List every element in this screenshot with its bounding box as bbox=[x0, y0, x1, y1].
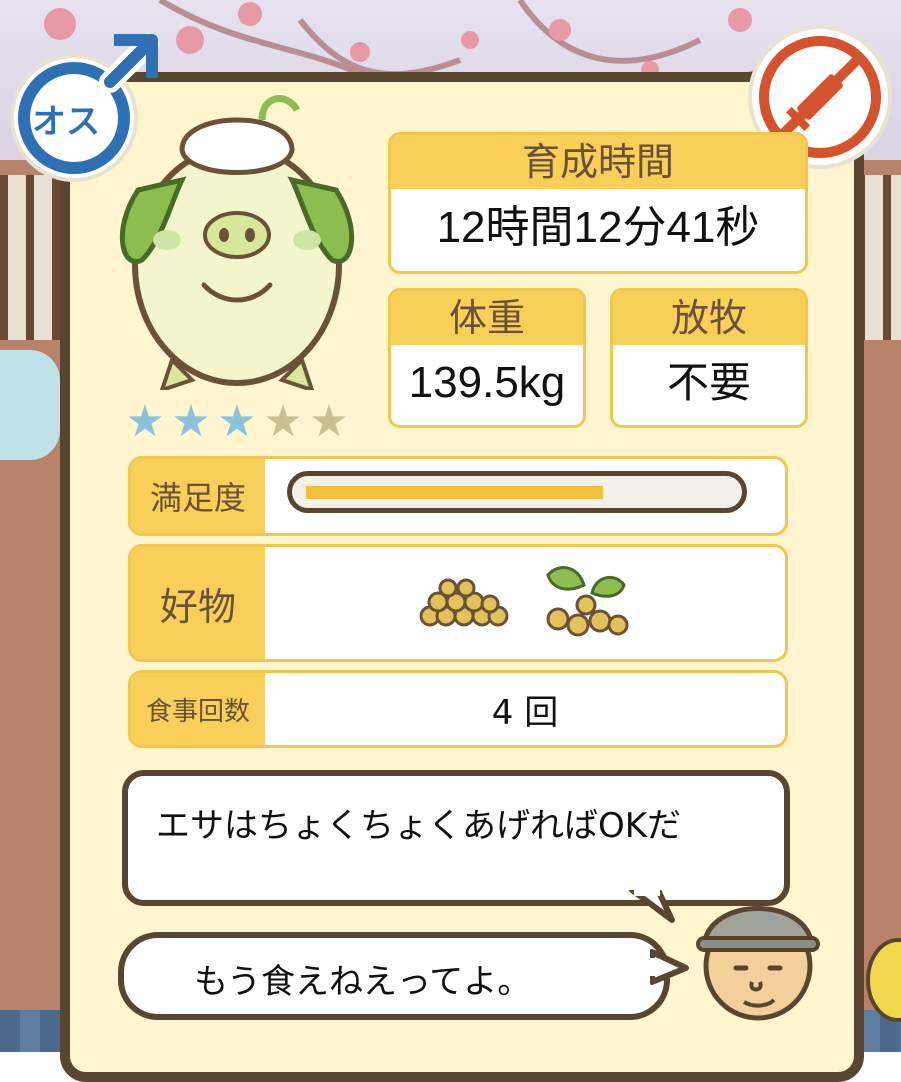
grazing-box: 放牧 不要 bbox=[610, 288, 808, 428]
favorite-label: 好物 bbox=[131, 547, 265, 659]
soybean-plant-icon bbox=[538, 563, 634, 643]
satisfaction-row: 満足度 bbox=[128, 456, 788, 536]
raise-time-value: 12時間12分41秒 bbox=[436, 203, 760, 252]
speech-bubble-tail-2 bbox=[650, 949, 689, 985]
star-filled-icon: ★ bbox=[171, 396, 211, 447]
star-empty-icon: ★ bbox=[263, 396, 303, 447]
satisfaction-gauge bbox=[287, 471, 747, 513]
star-empty-icon: ★ bbox=[309, 396, 349, 447]
speech-bubble-tail bbox=[629, 890, 675, 923]
water-trough bbox=[0, 350, 60, 460]
speech-bubble-full: もう食えねえってよ。 bbox=[118, 932, 670, 1020]
star-rating: ★ ★ ★ ★ ★ bbox=[122, 398, 352, 446]
full-text: もう食えねえってよ。 bbox=[194, 962, 532, 1002]
soybean-pile-icon bbox=[416, 574, 512, 632]
favorite-food-row: 好物 bbox=[128, 544, 788, 662]
pig-character[interactable] bbox=[112, 90, 362, 394]
chick-character bbox=[858, 930, 901, 1030]
meal-count-row: 食事回数 4 回 bbox=[128, 670, 788, 748]
weight-box: 体重 139.5kg bbox=[388, 288, 586, 428]
star-filled-icon: ★ bbox=[125, 396, 165, 447]
satisfaction-label: 満足度 bbox=[131, 459, 265, 533]
satisfaction-gauge-fill bbox=[306, 486, 603, 499]
raise-time-label: 育成時間 bbox=[391, 135, 805, 189]
weight-label: 体重 bbox=[391, 291, 583, 345]
star-filled-icon: ★ bbox=[217, 396, 257, 447]
advice-text: エサはちょくちょくあげればOKだ bbox=[156, 806, 682, 846]
meal-count-value: 4 回 bbox=[491, 692, 559, 733]
gender-label: オス bbox=[32, 102, 100, 142]
farmer-avatar bbox=[688, 886, 828, 1026]
grazing-label: 放牧 bbox=[613, 291, 805, 345]
meal-count-label: 食事回数 bbox=[131, 673, 265, 745]
weight-value: 139.5kg bbox=[408, 358, 566, 407]
raise-time-box: 育成時間 12時間12分41秒 bbox=[388, 132, 808, 274]
grazing-value: 不要 bbox=[666, 358, 751, 407]
